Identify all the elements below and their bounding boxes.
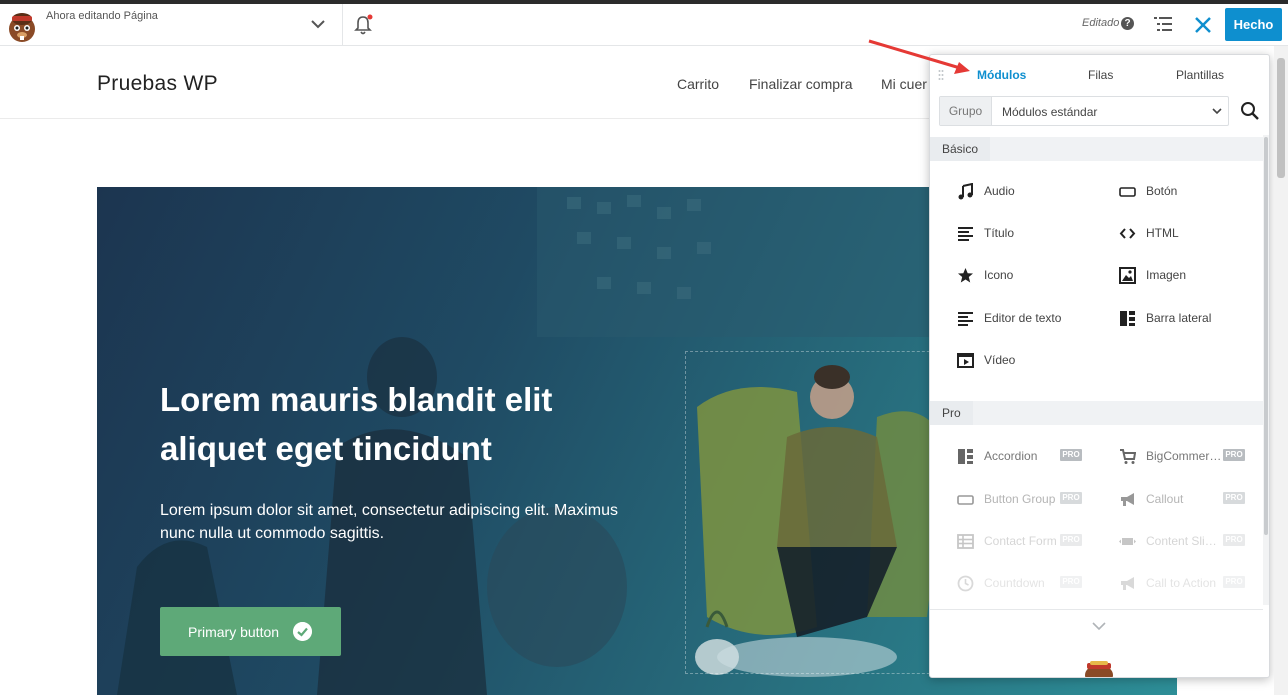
- button-icon: [957, 495, 974, 505]
- pro-badge: PRO: [1223, 492, 1245, 504]
- toolbar-divider: [342, 4, 343, 46]
- search-icon[interactable]: [1240, 101, 1260, 121]
- primary-button-label: Primary button: [188, 624, 280, 640]
- clock-icon: [957, 575, 974, 592]
- primary-button[interactable]: Primary button: [160, 607, 341, 656]
- nav-link-account[interactable]: Mi cuer: [881, 76, 927, 92]
- pro-badge: PRO: [1060, 492, 1082, 504]
- close-panel-icon[interactable]: [1192, 14, 1214, 36]
- modules-panel[interactable]: Módulos Filas Plantillas Grupo Módulos e…: [929, 54, 1270, 678]
- group-select[interactable]: Grupo Módulos estándar: [939, 96, 1229, 126]
- section-header-basic: Básico: [930, 137, 1263, 161]
- chevron-down-icon[interactable]: [1092, 621, 1106, 631]
- star-icon: [958, 268, 973, 283]
- pro-badge: PRO: [1223, 576, 1245, 588]
- tab-templates[interactable]: Plantillas: [1176, 68, 1224, 82]
- chevron-down-icon[interactable]: [308, 14, 328, 34]
- tab-rows[interactable]: Filas: [1088, 68, 1113, 82]
- table-icon: [957, 534, 974, 549]
- outline-list-icon[interactable]: [1153, 16, 1173, 32]
- section-header-pro: Pro: [930, 401, 1263, 425]
- pro-badge: PRO: [1223, 534, 1245, 546]
- editing-page-label: Ahora editando Página: [46, 10, 158, 22]
- button-icon: [1119, 187, 1136, 197]
- panel-scrollbar-thumb[interactable]: [1264, 137, 1268, 535]
- hero-paragraph[interactable]: Lorem ipsum dolor sit amet, consectetur …: [160, 499, 680, 545]
- page-scrollbar-thumb[interactable]: [1277, 58, 1285, 178]
- cart-icon: [1120, 449, 1136, 464]
- music-icon: [958, 183, 973, 200]
- section-label-pro: Pro: [930, 401, 973, 425]
- pro-badge: PRO: [1060, 534, 1082, 546]
- notifications-bell-icon[interactable]: [353, 14, 373, 36]
- hero-paragraph-line-2: nunc nulla ut commodo sagittis.: [160, 525, 385, 542]
- header-divider: [0, 118, 930, 119]
- check-circle-icon: [293, 622, 312, 641]
- panel-divider: [930, 609, 1263, 610]
- builder-toolbar: Ahora editando Página Editado ? Hecho: [0, 4, 1288, 46]
- code-icon: [1119, 228, 1136, 239]
- nav-link-cart[interactable]: Carrito: [677, 76, 719, 92]
- slider-icon: [1119, 538, 1136, 545]
- pro-badge: PRO: [1060, 576, 1082, 588]
- selected-column-outline: [685, 351, 945, 674]
- pro-badge: PRO: [1223, 449, 1245, 461]
- hero-heading-line-2: aliquet eget tincidunt: [160, 430, 492, 467]
- megaphone-icon: [1121, 577, 1134, 590]
- megaphone-icon: [1121, 493, 1134, 506]
- site-title[interactable]: Pruebas WP: [97, 72, 218, 96]
- chevron-down-icon: [1212, 108, 1222, 115]
- hero-paragraph-line-1: Lorem ipsum dolor sit amet, consectetur …: [160, 502, 618, 519]
- image-icon: [1119, 267, 1136, 284]
- video-icon: [957, 353, 974, 368]
- text-editor-icon: [958, 312, 973, 326]
- edited-status: Editado: [1082, 17, 1120, 29]
- help-icon[interactable]: ?: [1121, 17, 1134, 30]
- nav-link-checkout[interactable]: Finalizar compra: [749, 76, 852, 92]
- beaver-mascot-icon: [1085, 661, 1113, 677]
- group-select-value: Módulos estándar: [1002, 105, 1098, 119]
- tab-modules[interactable]: Módulos: [977, 68, 1026, 82]
- group-label: Grupo: [940, 97, 992, 125]
- hero-heading-line-1: Lorem mauris blandit elit: [160, 381, 553, 418]
- accordion-icon: [958, 449, 973, 464]
- drag-handle-icon[interactable]: [938, 69, 944, 83]
- beaver-logo-icon[interactable]: [4, 9, 40, 45]
- sidebar-icon: [1120, 311, 1135, 326]
- done-button[interactable]: Hecho: [1225, 8, 1282, 41]
- hero-heading[interactable]: Lorem mauris blandit elit aliquet eget t…: [160, 375, 680, 473]
- pro-badge: PRO: [1060, 449, 1082, 461]
- section-label-basic: Básico: [930, 137, 991, 161]
- heading-icon: [958, 227, 973, 241]
